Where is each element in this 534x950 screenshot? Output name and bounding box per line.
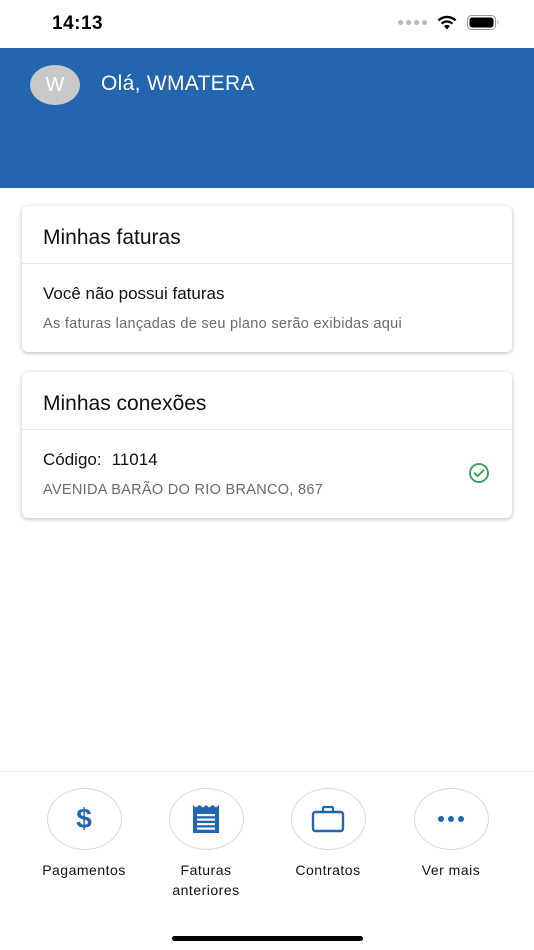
home-indicator [172,936,363,941]
nav-label-ver-mais: Ver mais [421,862,481,878]
battery-icon [467,15,499,30]
faturas-empty-description: As faturas lançadas de seu plano serão e… [43,316,402,332]
header: W Olá, WMATERA [0,48,534,188]
connection-address: AVENIDA BARÃO DO RIO BRANCO, 867 [43,482,324,498]
conexoes-card: Minhas conexões Código: 11014 AVENIDA BAR… [22,372,512,518]
bottom-nav: $ Pagamentos Faturas anteriores Contrato… [0,771,534,915]
nav-item-contratos[interactable]: Contratos [267,788,389,880]
nav-contratos-button[interactable] [290,788,366,850]
status-icons [398,15,500,30]
nav-ver-mais-button[interactable] [413,788,489,850]
connection-code-value: 11014 [111,450,158,469]
nav-faturas-button[interactable] [168,788,244,850]
connection-code-label: Código: [43,450,102,469]
status-time: 14:13 [52,13,104,34]
nav-label-faturas-anteriores: Faturas anteriores [172,862,240,898]
wifi-icon [437,15,457,30]
receipt-icon [193,805,219,833]
connection-code-row: Código: 11014 [43,450,491,470]
greeting-text: Olá, WMATERA [101,72,255,95]
nav-item-pagamentos[interactable]: $ Pagamentos [23,788,145,880]
signal-icon [398,20,427,25]
conexoes-card-title: Minhas conexões [22,372,512,430]
nav-pagamentos-button[interactable]: $ [46,788,122,850]
nav-item-faturas-anteriores[interactable]: Faturas anteriores [145,788,267,900]
dollar-icon: $ [76,803,92,834]
connection-item[interactable]: Código: 11014 AVENIDA BARÃO DO RIO BRANCO… [22,430,512,498]
faturas-empty-message: Você não possui faturas [43,284,225,303]
faturas-card-title: Minhas faturas [22,206,512,264]
faturas-card[interactable]: Minhas faturas Você não possui faturas A… [22,206,512,352]
nav-label-pagamentos: Pagamentos [42,862,126,878]
faturas-card-body: Você não possui faturas As faturas lança… [22,264,512,332]
avatar[interactable]: W [30,65,80,105]
nav-item-ver-mais[interactable]: Ver mais [390,788,512,880]
status-bar: 14:13 [0,0,534,48]
nav-label-contratos: Contratos [295,862,361,878]
more-icon [438,816,464,822]
briefcase-icon [311,805,345,833]
check-circle-icon [469,463,489,483]
